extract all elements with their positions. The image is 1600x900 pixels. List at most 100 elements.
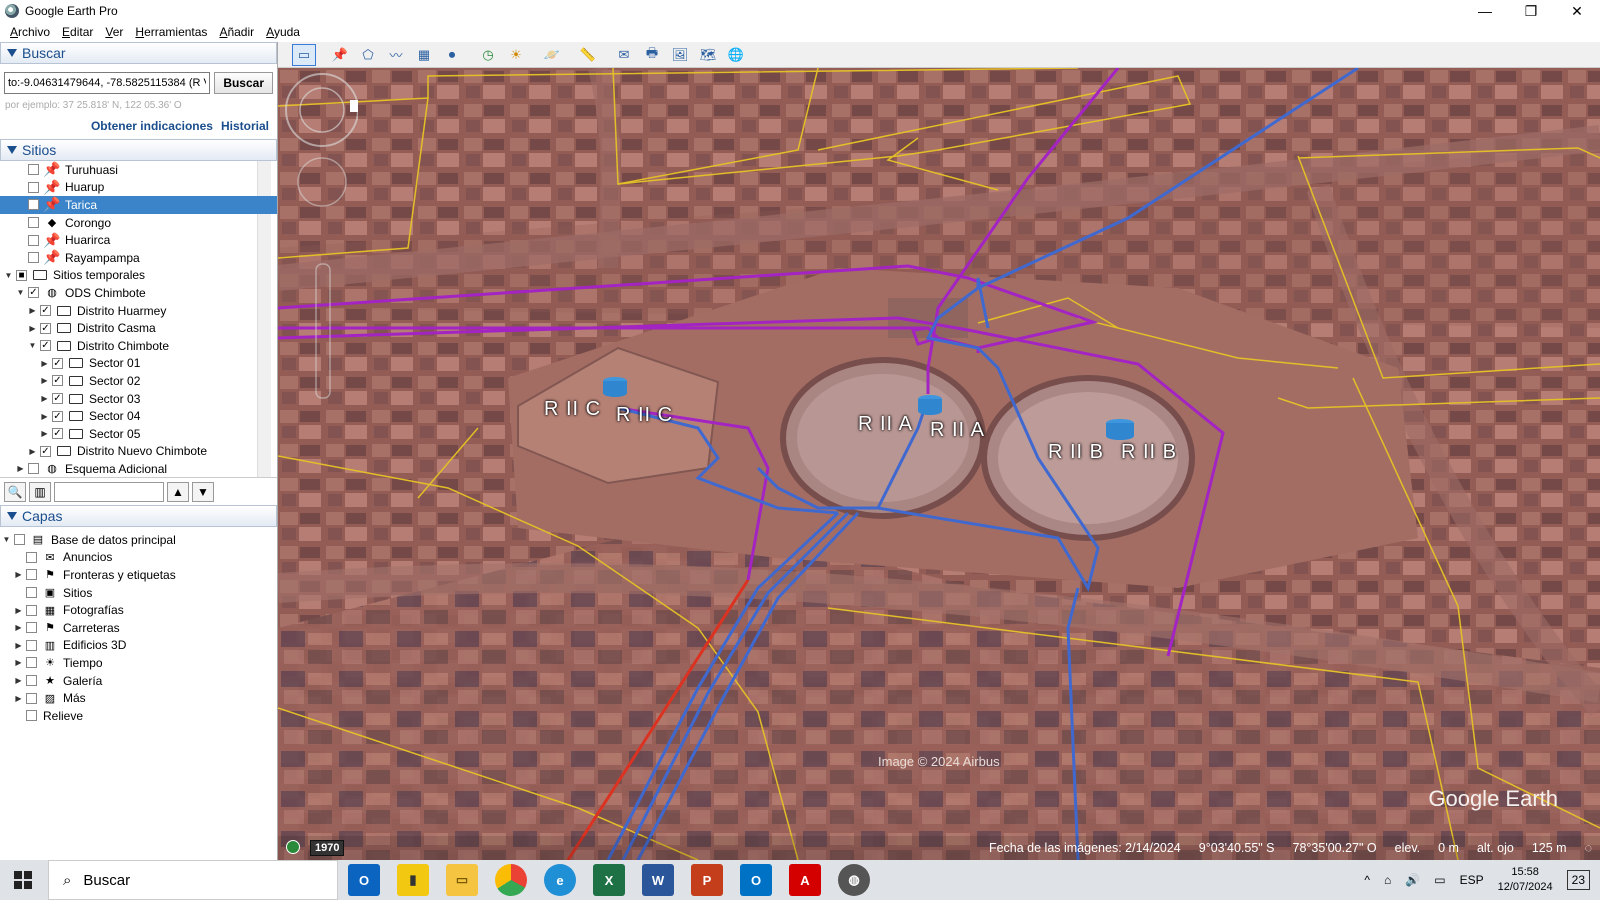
excel-icon[interactable]: X — [593, 864, 625, 896]
visibility-checkbox[interactable] — [28, 181, 39, 193]
close-button[interactable]: ✕ — [1554, 0, 1600, 22]
navigation-controls[interactable] — [278, 68, 358, 408]
display-icon[interactable]: ▭ — [1434, 873, 1445, 887]
earth-view-button[interactable]: 🌐 — [724, 44, 748, 66]
add-path-button[interactable]: 〰 — [384, 44, 408, 66]
layer-checkbox[interactable] — [26, 622, 37, 634]
visibility-checkbox[interactable]: ■ — [16, 269, 27, 281]
chevron-up-icon[interactable]: ^ — [1364, 873, 1370, 887]
layer-checkbox[interactable] — [26, 692, 37, 704]
language-indicator[interactable]: ESP — [1460, 873, 1484, 887]
layer-checkbox[interactable] — [26, 639, 37, 651]
email-button[interactable]: ✉ — [612, 44, 636, 66]
visibility-checkbox[interactable]: ✓ — [40, 305, 51, 317]
layers-tree-row[interactable]: ▣ Sitios — [0, 584, 277, 602]
visibility-checkbox[interactable]: ✓ — [52, 428, 63, 440]
expand-toggle-icon[interactable]: ▶ — [14, 623, 23, 632]
places-panel-header[interactable]: Sitios — [0, 139, 277, 161]
expand-toggle-icon[interactable]: ▶ — [28, 306, 37, 315]
expand-toggle-icon[interactable]: ▼ — [2, 535, 11, 544]
visibility-checkbox[interactable]: ✓ — [52, 410, 63, 422]
expand-toggle-icon[interactable]: ▶ — [16, 464, 25, 473]
places-tree-row[interactable]: ◆ Corongo — [0, 214, 277, 232]
add-polygon-button[interactable]: ⬠ — [356, 44, 380, 66]
switch-planet-button[interactable]: 🪐 — [540, 44, 564, 66]
layers-tree-row[interactable]: ▶ ⚑ Fronteras y etiquetas — [0, 566, 277, 584]
visibility-checkbox[interactable]: ✓ — [52, 393, 63, 405]
taskbar-search-box[interactable]: ⌕ Buscar — [48, 860, 338, 900]
expand-toggle-icon[interactable]: ▶ — [40, 394, 49, 403]
expand-toggle-icon[interactable]: ▶ — [14, 658, 23, 667]
menu-ayuda[interactable]: Ayuda — [260, 25, 306, 39]
layer-checkbox[interactable] — [26, 710, 37, 722]
expand-toggle-icon[interactable]: ▶ — [14, 641, 23, 650]
places-tree-row[interactable]: 📌 Turuhuasi — [0, 161, 277, 179]
outlook-new-icon[interactable]: O — [348, 864, 380, 896]
menu-anadir[interactable]: Añadir — [213, 25, 260, 39]
search-input[interactable] — [4, 72, 211, 94]
volume-icon[interactable]: 🔊 — [1405, 873, 1420, 887]
chrome-icon[interactable] — [495, 864, 527, 896]
places-tree-row[interactable]: ▶ ✓ Sector 03 — [0, 390, 277, 408]
places-tree-row[interactable]: ▶ ✓ Sector 01 — [0, 355, 277, 373]
expand-toggle-icon[interactable]: ▼ — [4, 271, 13, 280]
layer-checkbox[interactable] — [26, 675, 37, 687]
notifications-badge[interactable]: 23 — [1566, 870, 1590, 890]
file-explorer-icon[interactable]: ▭ — [446, 864, 478, 896]
places-filter-input[interactable] — [54, 481, 164, 502]
network-icon[interactable]: ⌂ — [1384, 873, 1391, 887]
historical-clock-icon[interactable] — [286, 840, 300, 854]
layers-tree-row[interactable]: ▶ ⚑ Carreteras — [0, 619, 277, 637]
menu-archivo[interactable]: Archivo — [4, 25, 56, 39]
places-tree-row[interactable]: 📌 Tarica — [0, 196, 277, 214]
powerpoint-icon[interactable]: P — [691, 864, 723, 896]
sidebar-toggle-button[interactable]: ▭ — [292, 43, 316, 66]
add-placemark-button[interactable]: 📌 — [328, 44, 352, 66]
layer-checkbox[interactable] — [14, 534, 25, 546]
places-tree-row[interactable]: ▶ ✓ Distrito Huarmey — [0, 302, 277, 320]
visibility-checkbox[interactable] — [28, 217, 39, 229]
sunlight-button[interactable]: ☀ — [504, 44, 528, 66]
move-up-button[interactable]: ▲ — [167, 481, 189, 502]
google-earth-taskbar-icon[interactable]: ◍ — [838, 864, 870, 896]
layer-checkbox[interactable] — [26, 569, 37, 581]
places-tree-row[interactable]: 📌 Huarirca — [0, 231, 277, 249]
acrobat-icon[interactable]: A — [789, 864, 821, 896]
word-icon[interactable]: W — [642, 864, 674, 896]
add-overlay-button[interactable]: ▦ — [412, 44, 436, 66]
layers-tree-row[interactable]: ▶ ▥ Edificios 3D — [0, 637, 277, 655]
toggle-panel-button[interactable]: ▥ — [29, 481, 51, 502]
restore-button[interactable]: ❐ — [1508, 0, 1554, 22]
layers-tree-row[interactable]: ▶ ▨ Más — [0, 689, 277, 707]
historical-year-badge[interactable]: 1970 — [310, 840, 345, 856]
outlook-icon[interactable]: O — [740, 864, 772, 896]
places-tree-row[interactable]: ▼ ■ Sitios temporales — [0, 267, 277, 285]
visibility-checkbox[interactable]: ✓ — [40, 445, 51, 457]
search-button[interactable]: Buscar — [214, 72, 273, 94]
print-button[interactable]: 🖶 — [640, 44, 664, 66]
expand-toggle-icon[interactable]: ▶ — [14, 694, 23, 703]
visibility-checkbox[interactable] — [28, 164, 39, 176]
ruler-button[interactable]: 📏 — [576, 44, 600, 66]
layer-checkbox[interactable] — [26, 657, 37, 669]
layers-tree-row[interactable]: ▼ ▤ Base de datos principal — [0, 531, 277, 549]
places-tree-row[interactable]: ▼ ✓ ◍ ODS Chimbote — [0, 284, 277, 302]
search-places-button[interactable]: 🔍 — [4, 481, 26, 502]
visibility-checkbox[interactable]: ✓ — [52, 357, 63, 369]
layer-checkbox[interactable] — [26, 551, 37, 563]
save-image-button[interactable]: 🖼 — [668, 44, 692, 66]
expand-toggle-icon[interactable]: ▶ — [40, 376, 49, 385]
windows-start-icon[interactable] — [14, 871, 32, 889]
expand-toggle-icon[interactable]: ▶ — [28, 324, 37, 333]
places-tree-row[interactable]: 📌 Rayampampa — [0, 249, 277, 267]
places-tree-row[interactable]: ▶ ◍ Esquema Adicional — [0, 460, 277, 477]
layers-tree-row[interactable]: ▶ ★ Galería — [0, 672, 277, 690]
places-tree-row[interactable]: ▶ ✓ Distrito Nuevo Chimbote — [0, 443, 277, 461]
places-tree-row[interactable]: ▼ ✓ Distrito Chimbote — [0, 337, 277, 355]
move-down-button[interactable]: ▼ — [192, 481, 214, 502]
expand-toggle-icon[interactable]: ▶ — [14, 570, 23, 579]
clock[interactable]: 15:58 12/07/2024 — [1498, 865, 1553, 895]
record-tour-button[interactable]: ⏺ — [440, 44, 464, 66]
visibility-checkbox[interactable]: ✓ — [52, 375, 63, 387]
visibility-checkbox[interactable]: ✓ — [28, 287, 39, 299]
